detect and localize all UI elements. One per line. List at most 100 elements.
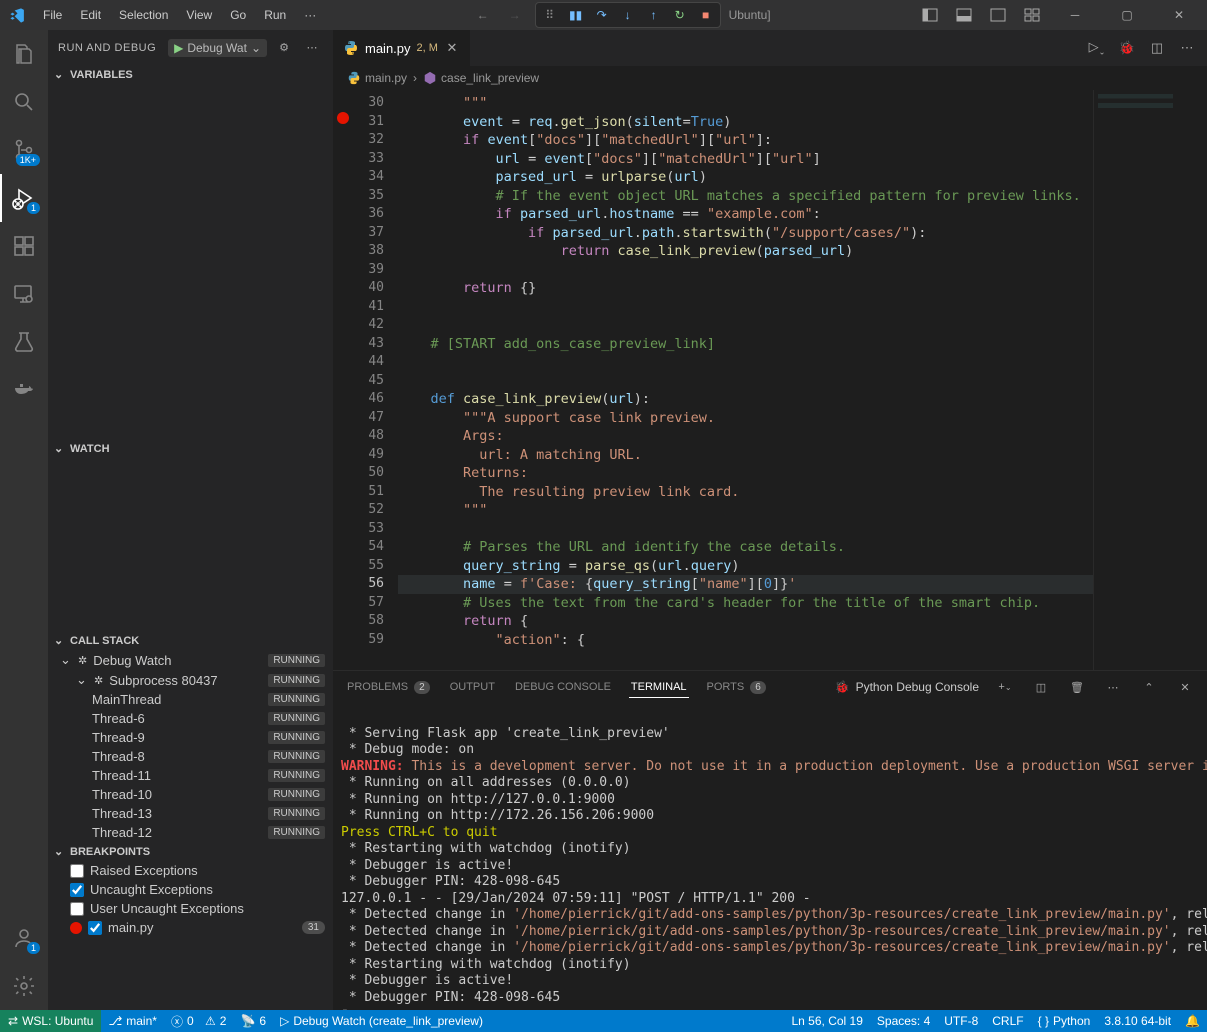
terminal-content[interactable]: * Serving Flask app 'create_link_preview…	[333, 703, 1207, 1010]
debug-launch-icon[interactable]: 🐞	[1117, 40, 1137, 56]
maximize-panel-icon[interactable]: ⌃	[1139, 677, 1159, 697]
breakpoint-gutter[interactable]	[333, 90, 353, 670]
maximize-button[interactable]: ▢	[1105, 0, 1149, 30]
scm-icon[interactable]: 1K+	[0, 126, 48, 174]
split-editor-icon[interactable]: ◫	[1147, 40, 1167, 56]
split-terminal-icon[interactable]: ◫	[1031, 677, 1051, 697]
restart-icon[interactable]: ↻	[670, 5, 690, 25]
callstack-label: Thread-12	[92, 825, 262, 840]
menu-file[interactable]: File	[35, 4, 70, 26]
git-branch[interactable]: ⎇main*	[101, 1010, 164, 1032]
debug-config-selector[interactable]: ▶ Debug Wat ⌄	[168, 39, 267, 57]
menu-more[interactable]: ···	[296, 4, 324, 26]
close-button[interactable]: ✕	[1157, 0, 1201, 30]
close-icon[interactable]: ✕	[444, 40, 460, 56]
settings-gear-icon[interactable]	[0, 962, 48, 1010]
breakpoint-item[interactable]: User Uncaught Exceptions	[48, 899, 333, 918]
more-icon[interactable]: ⋯	[301, 37, 323, 59]
layout-left-icon[interactable]	[917, 2, 943, 28]
new-terminal-icon[interactable]: +⌄	[995, 677, 1015, 697]
callstack-section-header[interactable]: ⌄CALL STACK	[48, 631, 333, 650]
python-interpreter[interactable]: 3.8.10 64-bit	[1097, 1010, 1178, 1032]
breakpoint-checkbox[interactable]	[88, 921, 102, 935]
step-into-icon[interactable]: ↓	[618, 5, 638, 25]
problems-tab[interactable]: PROBLEMS2	[345, 677, 432, 698]
ports-tab[interactable]: PORTS6	[705, 677, 768, 698]
stop-icon[interactable]: ■	[696, 5, 716, 25]
debug-console-tab[interactable]: DEBUG CONSOLE	[513, 677, 613, 697]
cursor-position[interactable]: Ln 56, Col 19	[785, 1010, 870, 1032]
debug-status[interactable]: ▷Debug Watch (create_link_preview)	[273, 1010, 490, 1032]
callstack-item[interactable]: ⌄✲Subprocess 80437RUNNING	[48, 670, 333, 690]
layout-right-icon[interactable]	[985, 2, 1011, 28]
ports-indicator[interactable]: 📡6	[233, 1010, 273, 1032]
drag-handle-icon[interactable]: ⠿	[540, 5, 560, 25]
breakpoints-section-header[interactable]: ⌄BREAKPOINTS	[48, 842, 333, 861]
search-icon[interactable]	[0, 78, 48, 126]
editor-body[interactable]: 3031323334353637383940414243444546474849…	[333, 90, 1207, 670]
accounts-icon[interactable]: 1	[0, 914, 48, 962]
minimize-button[interactable]: ─	[1053, 0, 1097, 30]
menu-edit[interactable]: Edit	[72, 4, 109, 26]
gear-icon[interactable]: ⚙	[273, 37, 295, 59]
eol[interactable]: CRLF	[985, 1010, 1030, 1032]
callstack-item[interactable]: ⌄✲Debug WatchRUNNING	[48, 650, 333, 670]
vertical-scrollbar[interactable]	[1193, 90, 1207, 670]
variables-section-header[interactable]: ⌄VARIABLES	[48, 65, 333, 84]
breakpoint-item[interactable]: Uncaught Exceptions	[48, 880, 333, 899]
kill-terminal-icon[interactable]: 🗑	[1067, 677, 1087, 697]
problems-indicator[interactable]: ⓧ0 ⚠2	[164, 1010, 234, 1032]
callstack-item[interactable]: Thread-11RUNNING	[48, 766, 333, 785]
step-out-icon[interactable]: ↑	[644, 5, 664, 25]
breakpoint-item[interactable]: Raised Exceptions	[48, 861, 333, 880]
layout-grid-icon[interactable]	[1019, 2, 1045, 28]
menu-run[interactable]: Run	[256, 4, 294, 26]
minimap[interactable]	[1093, 90, 1193, 670]
editor-area: main.py 2, M ✕ ▷⌄ 🐞 ◫ ⋯ main.py › case_l…	[333, 30, 1207, 1010]
pause-icon[interactable]: ▮▮	[566, 5, 586, 25]
breadcrumb-file[interactable]: main.py	[347, 71, 407, 85]
remote-explorer-icon[interactable]	[0, 270, 48, 318]
terminal-picker[interactable]: 🐞 Python Debug Console	[835, 680, 979, 694]
tab-main-py[interactable]: main.py 2, M ✕	[333, 30, 471, 66]
language-mode[interactable]: { }Python	[1031, 1010, 1098, 1032]
more-terminal-icon[interactable]: ⋯	[1103, 677, 1123, 697]
nav-forward-icon[interactable]: →	[503, 3, 527, 27]
nav-back-icon[interactable]: ←	[471, 3, 495, 27]
remote-indicator[interactable]: ⇄WSL: Ubuntu	[0, 1010, 101, 1032]
callstack-item[interactable]: MainThreadRUNNING	[48, 690, 333, 709]
breakpoint-checkbox[interactable]	[70, 902, 84, 916]
menu-selection[interactable]: Selection	[111, 4, 176, 26]
callstack-item[interactable]: Thread-6RUNNING	[48, 709, 333, 728]
docker-icon[interactable]	[0, 366, 48, 414]
encoding[interactable]: UTF-8	[937, 1010, 985, 1032]
debug-icon[interactable]: 1	[0, 174, 48, 222]
callstack-item[interactable]: Thread-9RUNNING	[48, 728, 333, 747]
menu-go[interactable]: Go	[222, 4, 254, 26]
code-content[interactable]: """ event = req.get_json(silent=True) if…	[398, 90, 1093, 670]
breakpoint-checkbox[interactable]	[70, 883, 84, 897]
more-actions-icon[interactable]: ⋯	[1177, 40, 1197, 56]
close-panel-icon[interactable]: ✕	[1175, 677, 1195, 697]
run-icon[interactable]: ▷⌄	[1087, 39, 1107, 57]
callstack-item[interactable]: Thread-13RUNNING	[48, 804, 333, 823]
indentation[interactable]: Spaces: 4	[870, 1010, 937, 1032]
output-tab[interactable]: OUTPUT	[448, 677, 497, 697]
breakpoint-checkbox[interactable]	[70, 864, 84, 878]
breadcrumb-symbol[interactable]: case_link_preview	[423, 71, 539, 85]
watch-section-header[interactable]: ⌄WATCH	[48, 439, 333, 458]
testing-icon[interactable]	[0, 318, 48, 366]
callstack-item[interactable]: Thread-12RUNNING	[48, 823, 333, 842]
step-over-icon[interactable]: ↷	[592, 5, 612, 25]
layout-bottom-icon[interactable]	[951, 2, 977, 28]
breakpoint-file-item[interactable]: main.py31	[48, 918, 333, 937]
breadcrumb[interactable]: main.py › case_link_preview	[333, 66, 1207, 90]
terminal-tab[interactable]: TERMINAL	[629, 677, 689, 698]
explorer-icon[interactable]	[0, 30, 48, 78]
extensions-icon[interactable]	[0, 222, 48, 270]
callstack-item[interactable]: Thread-10RUNNING	[48, 785, 333, 804]
notifications-icon[interactable]: 🔔	[1178, 1010, 1207, 1032]
breakpoint-marker-icon[interactable]	[337, 112, 349, 124]
menu-view[interactable]: View	[178, 4, 220, 26]
callstack-item[interactable]: Thread-8RUNNING	[48, 747, 333, 766]
